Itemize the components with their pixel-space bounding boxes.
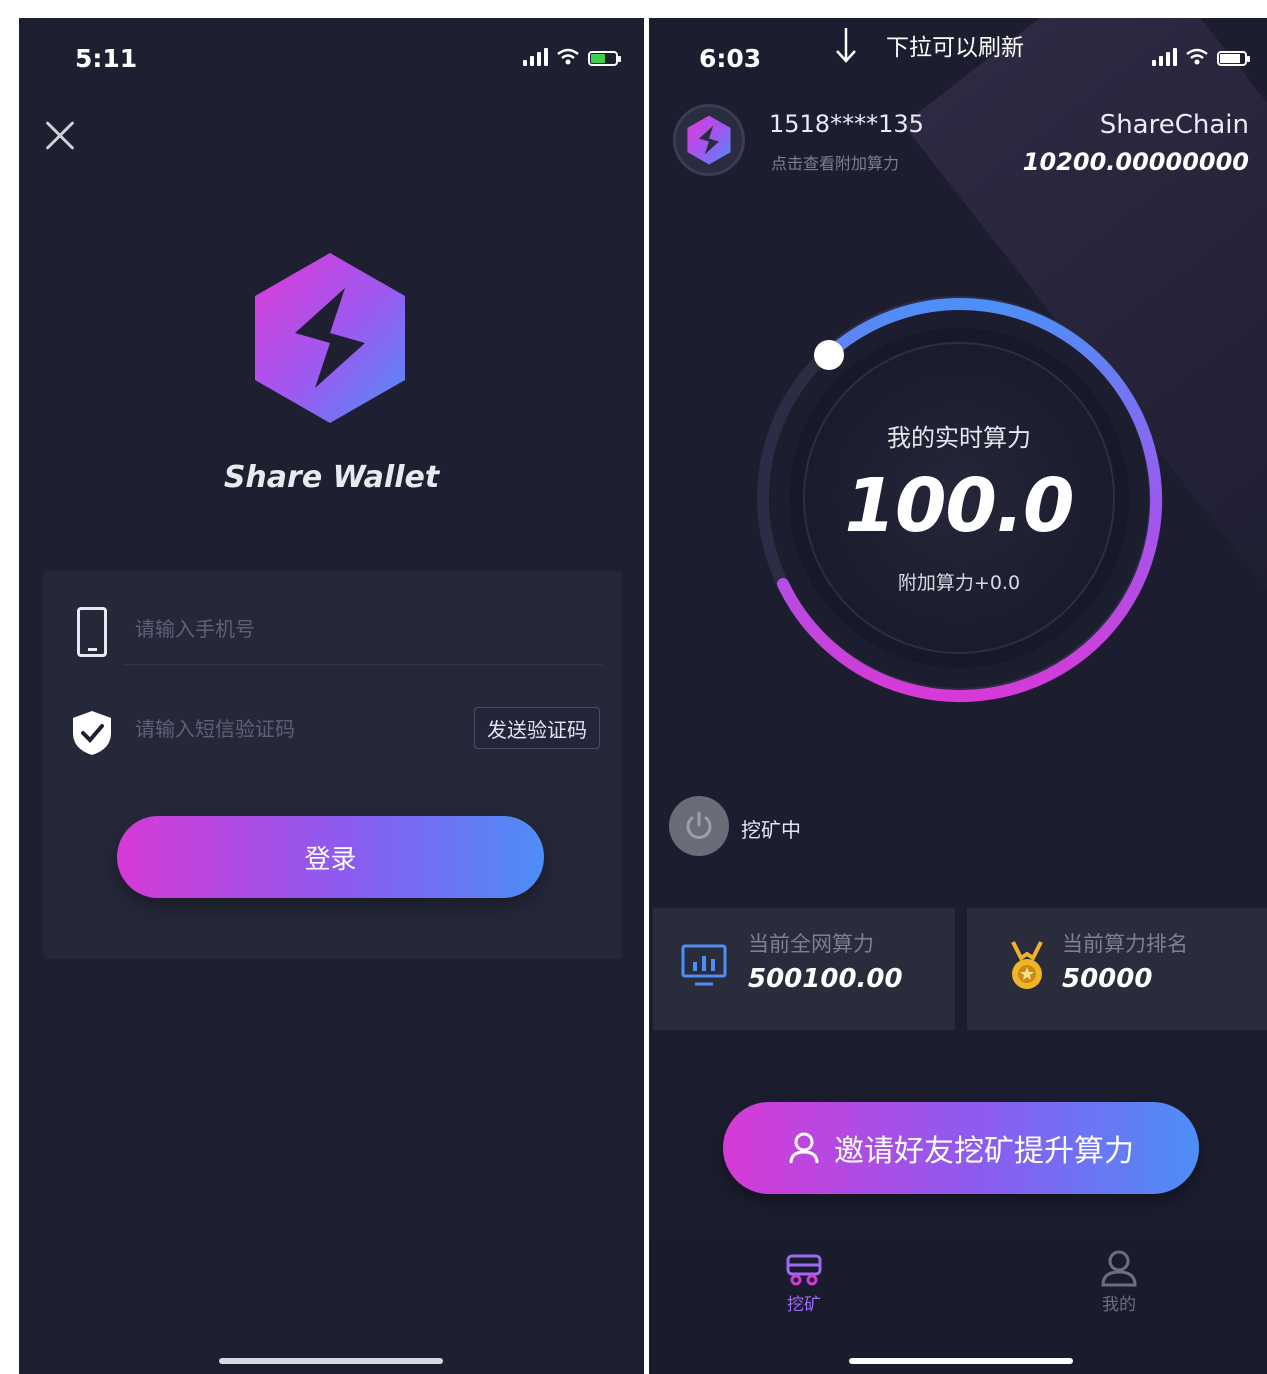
status-time: 6:03 bbox=[699, 44, 762, 73]
gauge-title: 我的实时算力 bbox=[887, 424, 1031, 452]
gauge-handle bbox=[814, 340, 844, 370]
phone-icon bbox=[77, 607, 107, 657]
tab-me[interactable]: 我的 bbox=[1059, 1248, 1179, 1315]
tab-mining[interactable]: 挖矿 bbox=[744, 1248, 864, 1315]
status-time: 5:11 bbox=[75, 44, 138, 73]
phone-input[interactable] bbox=[135, 617, 555, 641]
signal-icon bbox=[523, 48, 548, 66]
shield-check-icon bbox=[73, 711, 111, 755]
user-icon bbox=[789, 1132, 819, 1164]
code-row: 发送验证码 bbox=[43, 693, 622, 765]
mining-toggle-button[interactable] bbox=[669, 796, 729, 856]
status-icons bbox=[1152, 48, 1250, 66]
power-icon bbox=[686, 811, 712, 839]
brand-name: Share Wallet bbox=[223, 460, 440, 495]
account-subtitle-link[interactable]: 点击查看附加算力 bbox=[771, 150, 899, 174]
pull-hint-text: 下拉可以刷新 bbox=[886, 35, 1024, 61]
send-code-button[interactable]: 发送验证码 bbox=[474, 707, 600, 749]
login-screen: 5:11 Share Wallet 请输入手机号 请输入短信验证码 发送验证码 … bbox=[19, 18, 644, 1374]
coin-name: ShareChain bbox=[1099, 110, 1249, 140]
status-icons bbox=[523, 48, 621, 66]
wifi-icon bbox=[557, 48, 579, 65]
monitor-chart-icon bbox=[681, 944, 727, 986]
wifi-icon bbox=[1186, 48, 1208, 65]
gauge-value: 100.0 bbox=[844, 463, 1074, 549]
share-hexagon-logo-icon bbox=[687, 115, 731, 165]
sms-code-input[interactable] bbox=[135, 717, 435, 741]
tab-mining-label: 挖矿 bbox=[787, 1295, 821, 1315]
home-indicator bbox=[219, 1358, 443, 1364]
mining-screen: 6:03 下拉可以刷新 1518****135 点击查看附加算力 ShareCh… bbox=[649, 18, 1267, 1374]
medal-icon bbox=[1011, 941, 1043, 989]
mining-cart-icon bbox=[786, 1254, 822, 1286]
network-hashrate-label: 当前全网算力 bbox=[748, 932, 874, 956]
tab-me-label: 我的 bbox=[1102, 1295, 1136, 1315]
network-hashrate-card: 当前全网算力 500100.00 bbox=[653, 908, 955, 1030]
invite-friends-button[interactable]: 邀请好友挖矿提升算力 bbox=[723, 1102, 1199, 1194]
invite-label: 邀请好友挖矿提升算力 bbox=[834, 1134, 1134, 1169]
login-form: 发送验证码 登录 bbox=[43, 571, 622, 959]
divider bbox=[123, 664, 603, 665]
phone-row bbox=[43, 593, 622, 665]
hashrate-rank-label: 当前算力排名 bbox=[1062, 932, 1188, 956]
gauge-extra-hashrate: 附加算力+0.0 bbox=[897, 572, 1021, 594]
arrow-down-icon bbox=[836, 28, 856, 63]
account-number[interactable]: 1518****135 bbox=[769, 110, 924, 138]
battery-icon bbox=[588, 51, 621, 66]
pull-to-refresh-hint: 下拉可以刷新 bbox=[834, 26, 1024, 64]
user-icon bbox=[1101, 1250, 1137, 1287]
battery-icon bbox=[1217, 51, 1250, 66]
home-indicator bbox=[849, 1358, 1073, 1364]
hashrate-rank-value: 50000 bbox=[1062, 964, 1153, 994]
share-hexagon-logo-icon bbox=[255, 253, 405, 423]
hashrate-rank-card: 当前算力排名 50000 bbox=[967, 908, 1267, 1030]
coin-balance: 10200.00000000 bbox=[1022, 148, 1249, 176]
login-button[interactable]: 登录 bbox=[117, 816, 544, 898]
network-hashrate-value: 500100.00 bbox=[748, 964, 903, 994]
avatar[interactable] bbox=[673, 104, 745, 176]
signal-icon bbox=[1152, 48, 1177, 66]
close-icon[interactable] bbox=[41, 118, 75, 152]
mining-status: 挖矿中 bbox=[741, 818, 801, 842]
bottom-tab-bar: 挖矿 我的 bbox=[649, 1240, 1267, 1374]
